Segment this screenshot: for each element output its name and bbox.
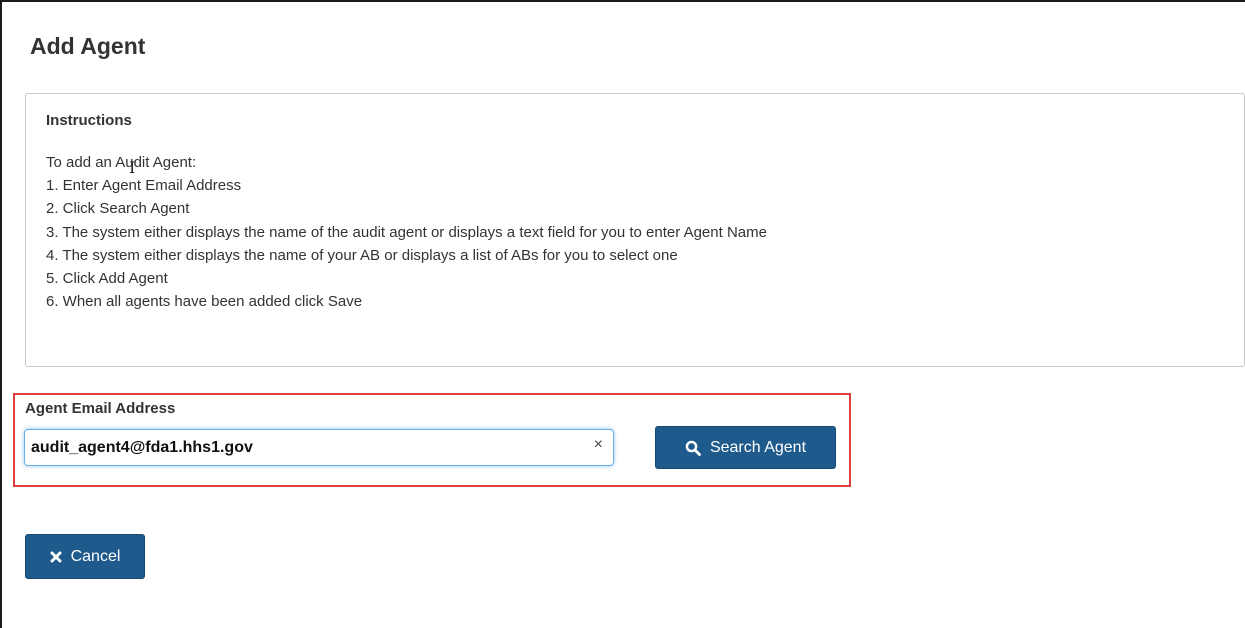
agent-email-label: Agent Email Address	[25, 400, 176, 417]
page-title: Add Agent	[30, 33, 146, 59]
instruction-line: 4. The system either displays the name o…	[46, 246, 678, 264]
instruction-line: 1. Enter Agent Email Address	[46, 177, 242, 195]
clear-icon[interactable]: ×	[594, 436, 603, 454]
search-agent-label: Search Agent	[709, 438, 807, 456]
close-icon	[50, 551, 62, 562]
search-icon	[685, 440, 701, 456]
search-agent-button[interactable]: Search Agent	[655, 426, 836, 469]
instruction-line: 2. Click Search Agent	[46, 200, 190, 218]
instructions-panel: Instructions To add an Audit Agent: 1. E…	[25, 93, 1245, 367]
instruction-line: 3. The system either displays the name o…	[46, 223, 767, 241]
cancel-button[interactable]: Cancel	[25, 534, 145, 579]
instructions-list: To add an Audit Agent: 1. Enter Agent Em…	[46, 151, 767, 313]
instruction-line: 6. When all agents have been added click…	[46, 293, 363, 311]
agent-email-input[interactable]	[25, 430, 585, 465]
agent-email-field[interactable]: ×	[24, 429, 614, 466]
instructions-heading: Instructions	[46, 112, 132, 129]
cancel-label: Cancel	[70, 547, 121, 565]
text-cursor-icon: I	[129, 158, 136, 177]
instruction-line: 5. Click Add Agent	[46, 270, 168, 288]
instruction-line: To add an Audit Agent:	[46, 154, 197, 171]
